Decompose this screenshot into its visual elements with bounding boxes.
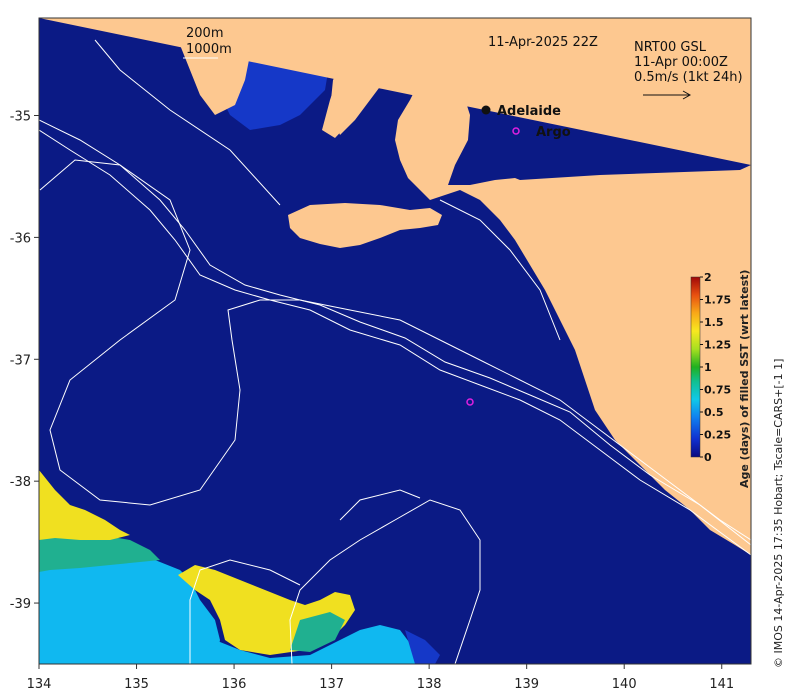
x-axis-ticks: 134 135 136 137 138 139 140 141 <box>27 664 734 692</box>
x-tick-label: 135 <box>124 677 149 692</box>
colorbar-tick-label: 0.5 <box>704 406 724 419</box>
product-label-2: 11-Apr 00:00Z <box>634 55 728 70</box>
y-tick-label: -37 <box>10 353 31 368</box>
x-tick-label: 136 <box>222 677 247 692</box>
adelaide-marker <box>481 105 491 115</box>
y-tick-label: -35 <box>10 110 31 125</box>
product-label-1: NRT00 GSL <box>634 40 707 55</box>
colorbar-tick-label: 1.75 <box>704 294 731 307</box>
x-tick-label: 137 <box>319 677 344 692</box>
x-tick-label: 140 <box>612 677 637 692</box>
timestamp-label: 11-Apr-2025 22Z <box>488 35 598 50</box>
colorbar-tick-label: 0.25 <box>704 429 731 442</box>
y-tick-label: -36 <box>10 231 31 246</box>
y-tick-label: -39 <box>10 597 31 612</box>
y-tick-label: -38 <box>10 475 31 490</box>
colorbar-tick-label: 0.75 <box>704 384 731 397</box>
colorbar-tick-label: 0 <box>704 451 712 464</box>
sst-current-map: Adelaide Argo 11-Apr-2025 22Z NRT00 GSL … <box>10 17 785 692</box>
legend-1000m-label: 1000m <box>186 42 232 57</box>
x-tick-label: 134 <box>27 677 52 692</box>
colorbar-tick-label: 1.25 <box>704 339 731 352</box>
colorbar-label: Age (days) of filled SST (wrt latest) <box>738 270 751 488</box>
x-tick-label: 139 <box>514 677 539 692</box>
map-area: Adelaide Argo 11-Apr-2025 22Z NRT00 GSL … <box>39 18 751 664</box>
colorbar-tick-label: 1 <box>704 361 712 374</box>
y-axis-ticks: -35 -36 -37 -38 -39 <box>10 110 39 612</box>
colorbar-tick-label: 2 <box>704 271 712 284</box>
adelaide-label: Adelaide <box>497 104 561 119</box>
x-tick-label: 138 <box>417 677 442 692</box>
x-tick-label: 141 <box>709 677 734 692</box>
argo-label: Argo <box>536 125 571 140</box>
scale-label: 0.5m/s (1kt 24h) <box>634 70 743 85</box>
colorbar <box>690 276 701 458</box>
colorbar-tick-label: 1.5 <box>704 316 724 329</box>
credit-label: © IMOS 14-Apr-2025 17:35 Hobart; Tscale=… <box>772 359 785 668</box>
legend-200m-label: 200m <box>186 26 223 41</box>
